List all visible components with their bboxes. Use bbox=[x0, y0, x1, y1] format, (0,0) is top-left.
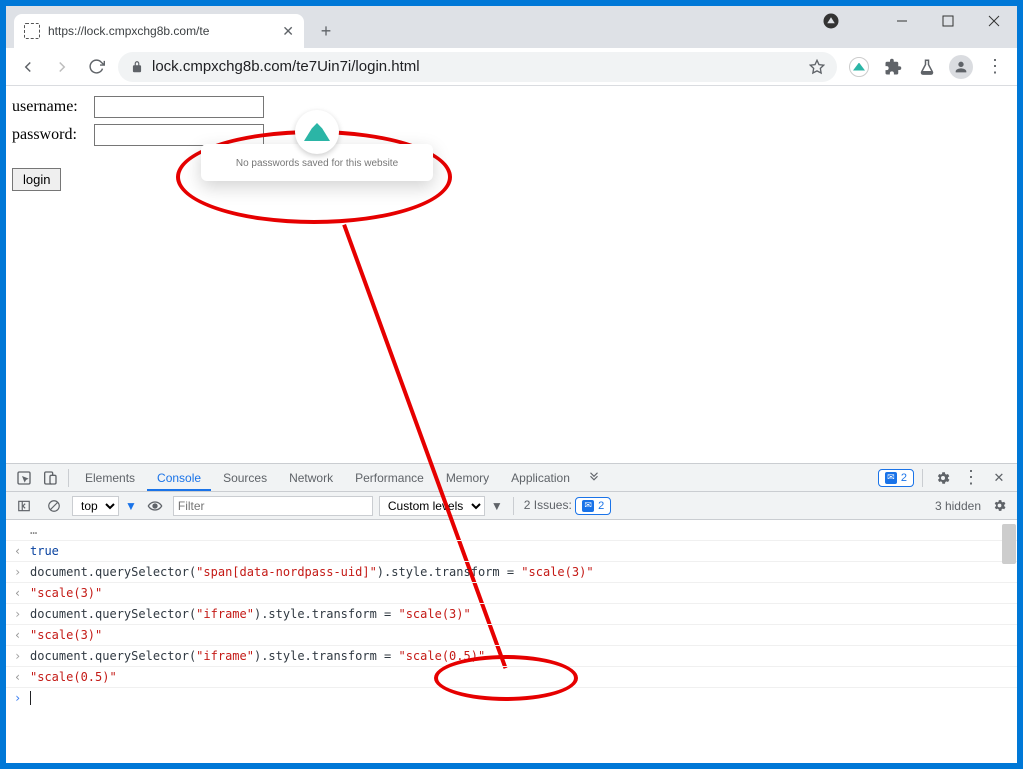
console-line: "scale(3)" bbox=[6, 625, 1017, 646]
console-line: "scale(0.5)" bbox=[6, 667, 1017, 688]
console-prompt[interactable]: › bbox=[6, 688, 1017, 708]
inspect-element-icon[interactable] bbox=[12, 466, 36, 490]
bookmark-star-icon[interactable] bbox=[809, 59, 825, 75]
console-line: document.querySelector("iframe").style.t… bbox=[6, 646, 1017, 667]
console-line: document.querySelector("span[data-nordpa… bbox=[6, 562, 1017, 583]
tab-title: https://lock.cmpxchg8b.com/te bbox=[48, 24, 274, 38]
nordpass-extension-icon[interactable] bbox=[843, 51, 875, 83]
browser-menu-button[interactable]: ⋮ bbox=[979, 51, 1011, 83]
browser-tab[interactable]: https://lock.cmpxchg8b.com/te ✕ bbox=[14, 14, 304, 48]
nordpass-popup: No passwords saved for this website bbox=[201, 110, 433, 168]
username-label: username: bbox=[12, 98, 90, 116]
hidden-count: 3 hidden bbox=[935, 499, 981, 513]
devtools-more-tabs-icon[interactable] bbox=[582, 466, 606, 490]
tab-application[interactable]: Application bbox=[501, 465, 580, 491]
nordpass-badge-icon bbox=[295, 110, 339, 154]
url-text: lock.cmpxchg8b.com/te7Uin7i/login.html bbox=[152, 58, 801, 75]
extensions-puzzle-icon[interactable] bbox=[877, 51, 909, 83]
live-expression-icon[interactable] bbox=[143, 494, 167, 518]
filter-input[interactable] bbox=[173, 496, 373, 516]
scrollbar-thumb[interactable] bbox=[1002, 524, 1016, 564]
close-tab-icon[interactable]: ✕ bbox=[282, 23, 294, 40]
forward-button[interactable] bbox=[46, 51, 78, 83]
console-line: "scale(3)" bbox=[6, 583, 1017, 604]
browser-window: https://lock.cmpxchg8b.com/te ✕ + bbox=[5, 5, 1018, 764]
tab-performance[interactable]: Performance bbox=[345, 465, 434, 491]
back-button[interactable] bbox=[12, 51, 44, 83]
ad-blocker-icon[interactable] bbox=[813, 6, 849, 36]
tab-network[interactable]: Network bbox=[279, 465, 343, 491]
tab-strip: https://lock.cmpxchg8b.com/te ✕ + bbox=[6, 6, 1017, 48]
context-selector[interactable]: top bbox=[72, 496, 119, 516]
tab-memory[interactable]: Memory bbox=[436, 465, 499, 491]
console-sidebar-toggle-icon[interactable] bbox=[12, 494, 36, 518]
address-bar: lock.cmpxchg8b.com/te7Uin7i/login.html ⋮ bbox=[6, 48, 1017, 86]
devtools-menu-icon[interactable]: ⋮ bbox=[959, 466, 983, 490]
log-levels-selector[interactable]: Custom levels bbox=[379, 496, 485, 516]
page-content: username: password: login No passwords s… bbox=[6, 86, 1017, 463]
minimize-button[interactable] bbox=[879, 6, 925, 36]
tab-console[interactable]: Console bbox=[147, 465, 211, 491]
tab-elements[interactable]: Elements bbox=[75, 465, 145, 491]
lock-icon bbox=[130, 60, 144, 74]
devtools-panel: Elements Console Sources Network Perform… bbox=[6, 463, 1017, 763]
console-line: true bbox=[6, 541, 1017, 562]
login-button[interactable]: login bbox=[12, 168, 61, 191]
tab-sources[interactable]: Sources bbox=[213, 465, 277, 491]
omnibox[interactable]: lock.cmpxchg8b.com/te7Uin7i/login.html bbox=[118, 52, 837, 82]
console-settings-icon[interactable] bbox=[987, 494, 1011, 518]
favicon bbox=[24, 23, 40, 39]
devtools-close-icon[interactable]: ✕ bbox=[987, 466, 1011, 490]
device-toggle-icon[interactable] bbox=[38, 466, 62, 490]
password-label: password: bbox=[12, 126, 90, 144]
console-line: document.querySelector("iframe").style.t… bbox=[6, 604, 1017, 625]
maximize-button[interactable] bbox=[925, 6, 971, 36]
devtools-settings-icon[interactable] bbox=[931, 466, 955, 490]
window-controls bbox=[813, 6, 1017, 36]
labs-flask-icon[interactable] bbox=[911, 51, 943, 83]
reload-button[interactable] bbox=[80, 51, 112, 83]
error-count-pill[interactable]: ✉2 bbox=[878, 469, 914, 487]
devtools-tabs: Elements Console Sources Network Perform… bbox=[6, 464, 1017, 492]
issues-link[interactable]: 2 Issues: ✉2 bbox=[524, 497, 612, 515]
clear-console-icon[interactable] bbox=[42, 494, 66, 518]
new-tab-button[interactable]: + bbox=[312, 17, 340, 45]
close-window-button[interactable] bbox=[971, 6, 1017, 36]
profile-avatar[interactable] bbox=[945, 51, 977, 83]
console-toolbar: top ▼ Custom levels ▼ 2 Issues: ✉2 3 hid… bbox=[6, 492, 1017, 520]
console-output[interactable]: … truedocument.querySelector("span[data-… bbox=[6, 520, 1017, 763]
